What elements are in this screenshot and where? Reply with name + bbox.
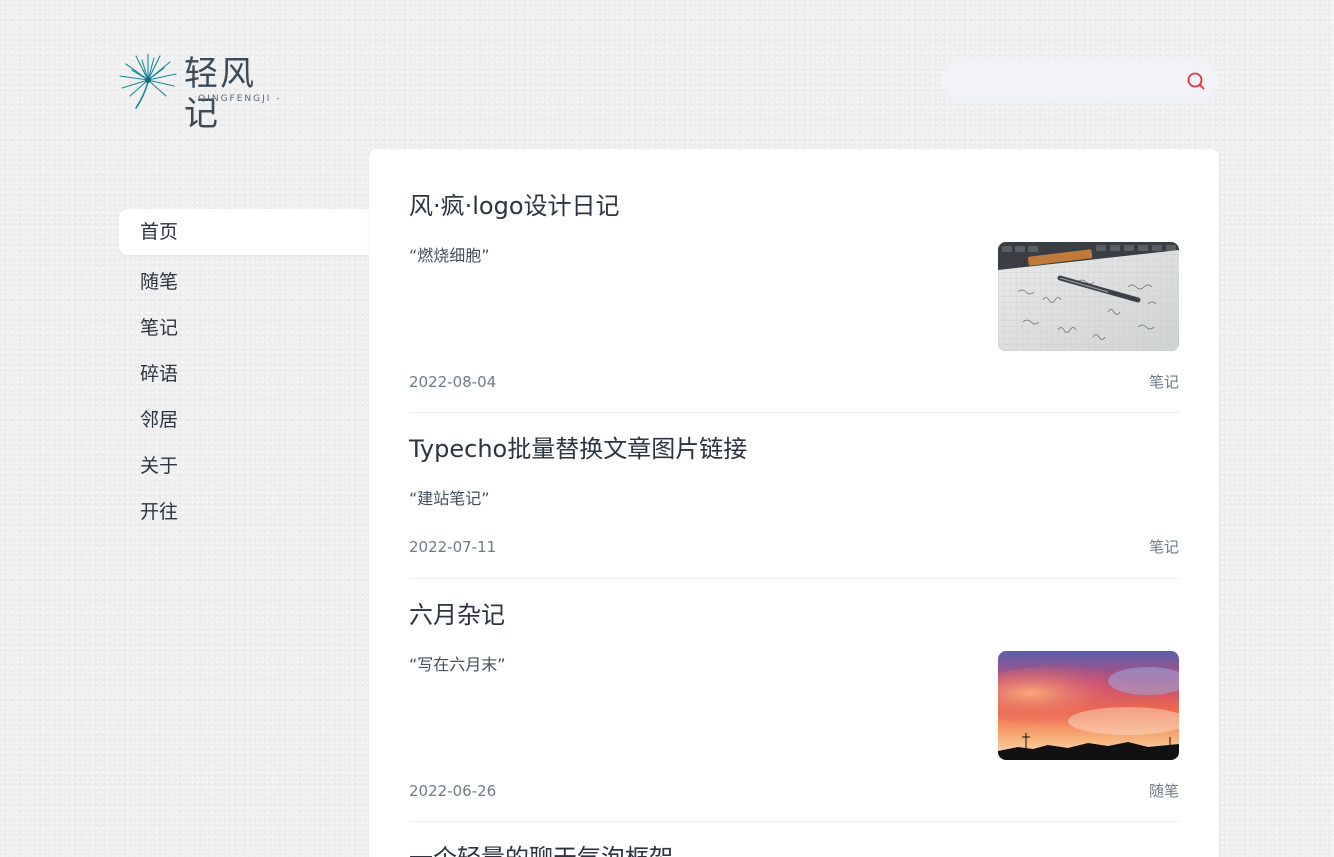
- post-category[interactable]: 随笔: [1149, 781, 1179, 801]
- nav-item-notes[interactable]: 笔记: [119, 305, 370, 351]
- post-list: 风·疯·logo设计日记 “燃烧细胞” 2022-08-04 笔记 Typech…: [369, 149, 1219, 857]
- post-excerpt: “写在六月末”: [409, 655, 506, 674]
- search-input[interactable]: [958, 59, 1178, 103]
- post-item[interactable]: 风·疯·logo设计日记 “燃烧细胞” 2022-08-04 笔记: [409, 149, 1179, 413]
- sidebar-nav: 首页 随笔 笔记 碎语 邻居 关于 开往: [119, 209, 370, 535]
- post-thumbnail[interactable]: [998, 651, 1179, 760]
- post-date: 2022-07-11: [409, 538, 497, 556]
- post-category[interactable]: 笔记: [1149, 537, 1179, 557]
- nav-item-essays[interactable]: 随笔: [119, 259, 370, 305]
- pen-on-paper-image: [998, 242, 1179, 351]
- nav-item-friends[interactable]: 邻居: [119, 397, 370, 443]
- post-date: 2022-08-04: [409, 373, 497, 391]
- search-icon[interactable]: [1186, 71, 1206, 91]
- post-title[interactable]: Typecho批量替换文章图片链接: [409, 433, 747, 465]
- dandelion-icon: [119, 53, 177, 109]
- post-item[interactable]: 六月杂记 “写在六月末” 2022-06-26 随笔: [409, 579, 1179, 822]
- post-excerpt: “燃烧细胞”: [409, 246, 490, 265]
- site-subtitle: - QINGFENGJI -: [188, 94, 282, 104]
- post-title[interactable]: 六月杂记: [409, 599, 505, 631]
- site-logo[interactable]: 轻风记 - QINGFENGJI -: [116, 50, 291, 134]
- post-item[interactable]: 一个轻量的聊天气泡框架: [409, 822, 1179, 857]
- sunset-image: [998, 651, 1179, 760]
- post-category[interactable]: 笔记: [1149, 372, 1179, 392]
- post-thumbnail[interactable]: [998, 242, 1179, 351]
- post-item[interactable]: Typecho批量替换文章图片链接 “建站笔记” 2022-07-11 笔记: [409, 413, 1179, 579]
- nav-item-about[interactable]: 关于: [119, 443, 370, 489]
- post-title[interactable]: 一个轻量的聊天气泡框架: [409, 842, 673, 857]
- nav-item-travelling[interactable]: 开往: [119, 489, 370, 535]
- search-box: [942, 59, 1218, 103]
- nav-item-home[interactable]: 首页: [119, 209, 370, 255]
- post-title[interactable]: 风·疯·logo设计日记: [409, 190, 620, 222]
- post-excerpt: “建站笔记”: [409, 489, 490, 508]
- nav-item-murmurs[interactable]: 碎语: [119, 351, 370, 397]
- post-date: 2022-06-26: [409, 782, 497, 800]
